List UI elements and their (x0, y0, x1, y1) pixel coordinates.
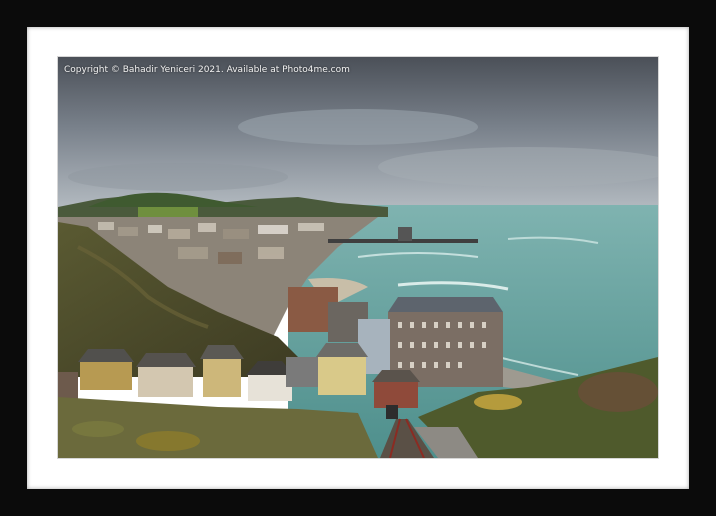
coastal-town-scene (58, 57, 658, 458)
framed-photo: Copyright © Bahadir Yeniceri 2021. Avail… (58, 57, 658, 458)
copyright-watermark: Copyright © Bahadir Yeniceri 2021. Avail… (64, 65, 350, 75)
railway-station (374, 382, 418, 408)
yellow-house (80, 362, 132, 390)
